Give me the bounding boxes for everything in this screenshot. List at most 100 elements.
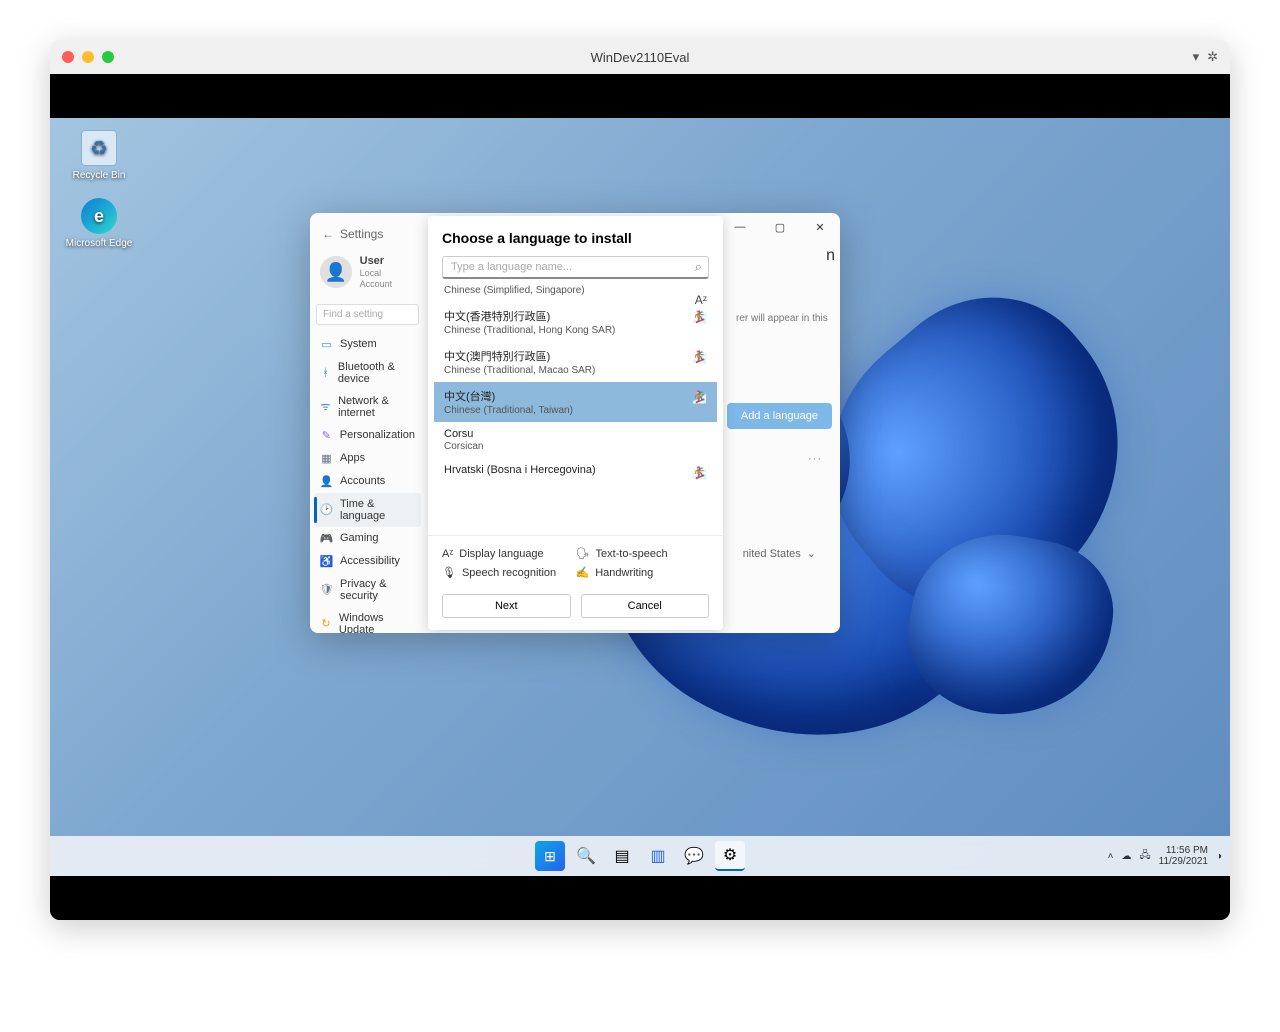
language-english-name: Corsican [444,441,707,452]
network-tray-icon[interactable]: 🖧 [1139,848,1150,865]
language-feature-icon: 🏂 [692,390,707,404]
cloud-icon[interactable]: ☁ [1121,851,1131,862]
display-language-icon: Aᶻ [442,548,453,560]
system-tray[interactable]: ˄ ☁ 🖧 11:56 PM 11/29/2021 ◑ [1108,845,1222,867]
sidebar-item-time-language[interactable]: 🕑Time & language [314,493,421,527]
brush-icon: ✎ [320,429,333,442]
sidebar-item-accessibility[interactable]: ♿Accessibility [314,550,421,573]
settings-window: — ▢ ✕ ← Settings 👤 User [310,213,840,633]
tts-icon: 🗣 [576,547,590,560]
language-feature-icon: 🏂 [692,310,707,324]
notifications-icon[interactable]: ◑ [1216,851,1222,862]
language-item[interactable]: CorsuCorsican [434,422,717,458]
letterbox-top [50,74,1230,118]
sidebar-item-system[interactable]: ▭System [314,333,421,356]
desktop-icon-label: Microsoft Edge [64,238,134,249]
letterbox-bottom [50,876,1230,920]
desktop-icon-edge[interactable]: Microsoft Edge [64,198,134,249]
sidebar-item-privacy[interactable]: 🛡Privacy & security [314,573,421,607]
minimize-icon[interactable] [82,51,94,63]
add-language-button[interactable]: Add a language [727,403,832,429]
start-button[interactable]: ⊞ [535,841,565,871]
sidebar-item-apps[interactable]: ▦Apps [314,447,421,470]
tray-chevron-icon[interactable]: ˄ [1108,851,1114,862]
sidebar-item-gaming[interactable]: 🎮Gaming [314,527,421,550]
taskbar-search-icon[interactable]: 🔍 [571,841,601,871]
sidebar-item-accounts[interactable]: 👤Accounts [314,470,421,493]
apps-icon: ▦ [320,452,333,465]
dialog-actions: Next Cancel [428,586,723,630]
taskbar: ⊞ 🔍 ▤ ▥ 💬 ⚙ ˄ ☁ 🖧 11:56 PM 11/29/2021 ◑ [50,836,1230,876]
zoom-icon[interactable] [102,51,114,63]
header-fragment: n [826,247,835,265]
update-icon: ↻ [320,617,332,630]
language-feature-icon: 🏂 [692,350,707,364]
back-button[interactable]: ← Settings [314,223,421,245]
chat-icon[interactable]: 💬 [679,841,709,871]
sidebar-item-bluetooth[interactable]: ᚼBluetooth & device [314,356,421,390]
language-english-name: Chinese (Traditional, Hong Kong SAR) [444,325,707,336]
taskbar-app-settings[interactable]: ⚙ [715,841,745,871]
language-item[interactable]: Chinese (Simplified, Singapore)Aᶻ [434,285,717,302]
language-native-name: 中文(香港特別行政區) [444,308,707,324]
widgets-icon[interactable]: ▥ [643,841,673,871]
sidebar-item-personalization[interactable]: ✎Personalization [314,424,421,447]
account-icon: 👤 [320,475,333,488]
language-native-name: Hrvatski (Bosna i Hercegovina) [444,464,707,476]
user-name: User [360,255,415,268]
language-native-name: 中文(澳門特別行政區) [444,348,707,364]
user-card[interactable]: 👤 User Local Account [314,245,421,300]
clock-icon: 🕑 [320,503,333,516]
vm-viewport: Recycle Bin Microsoft Edge — ▢ ✕ ← Se [50,74,1230,920]
back-arrow-icon: ← [322,227,334,241]
wifi-icon: ᯤ [320,400,331,413]
language-item[interactable]: 中文(台灣)Chinese (Traditional, Taiwan)🏂 [434,382,717,422]
desktop-icon-recycle-bin[interactable]: Recycle Bin [64,130,134,181]
language-item[interactable]: Hrvatski (Bosna i Hercegovina)🏂 [434,458,717,483]
sidebar-item-network[interactable]: ᯤNetwork & internet [314,390,421,424]
traffic-lights [62,51,114,63]
sidebar-item-update[interactable]: ↻Windows Update [314,607,421,633]
language-item[interactable]: 中文(澳門特別行政區)Chinese (Traditional, Macao S… [434,342,717,382]
language-native-name: Corsu [444,428,707,440]
description-fragment: rer will appear in this [736,313,836,324]
recycle-bin-icon [81,130,117,166]
cancel-button[interactable]: Cancel [581,594,710,618]
region-select-fragment[interactable]: nited States ⌄ [743,547,816,560]
edge-icon [81,198,117,234]
host-window: WinDev2110Eval ▾ ✲ Recycle Bin Microsoft… [50,40,1230,920]
clock[interactable]: 11:56 PM 11/29/2021 [1159,845,1208,867]
language-search-input[interactable]: Type a language name... [442,256,709,279]
shield-icon: 🛡 [320,583,333,596]
settings-sidebar: ← Settings 👤 User Local Account Find a s… [310,213,425,633]
guest-desktop[interactable]: Recycle Bin Microsoft Edge — ▢ ✕ ← Se [50,118,1230,876]
mac-titlebar: WinDev2110Eval ▾ ✲ [50,40,1230,74]
dropdown-icon[interactable]: ▾ [1193,49,1200,65]
language-list[interactable]: Chinese (Simplified, Singapore)Aᶻ中文(香港特別… [434,285,717,535]
next-button[interactable]: Next [442,594,571,618]
language-english-name: Chinese (Traditional, Macao SAR) [444,365,707,376]
language-english-name: Chinese (Traditional, Taiwan) [444,405,707,416]
close-icon[interactable] [62,51,74,63]
window-title: WinDev2110Eval [50,50,1230,65]
language-native-name: 中文(台灣) [444,388,707,404]
more-button[interactable]: ··· [808,453,822,465]
language-install-dialog: Choose a language to install Type a lang… [428,216,723,630]
bluetooth-icon: ᚼ [320,366,331,379]
task-view-icon[interactable]: ▤ [607,841,637,871]
avatar-icon: 👤 [320,256,352,288]
chevron-down-icon: ⌄ [807,547,816,560]
handwriting-icon: ✍ [576,566,590,579]
feature-legend: AᶻDisplay language 🗣Text-to-speech 🎙Spee… [428,535,723,586]
speech-icon: 🎙 [442,566,456,579]
accessibility-icon: ♿ [320,555,333,568]
gear-icon[interactable]: ✲ [1207,49,1218,65]
language-english-name: Chinese (Simplified, Singapore) [444,285,707,296]
desktop-icon-label: Recycle Bin [64,170,134,181]
system-icon: ▭ [320,338,333,351]
language-item[interactable]: 中文(香港特別行政區)Chinese (Traditional, Hong Ko… [434,302,717,342]
user-subtitle: Local Account [360,268,415,290]
app-title: Settings [340,227,383,241]
language-feature-icon: 🏂 [692,466,707,480]
settings-search[interactable]: Find a setting [316,304,419,325]
